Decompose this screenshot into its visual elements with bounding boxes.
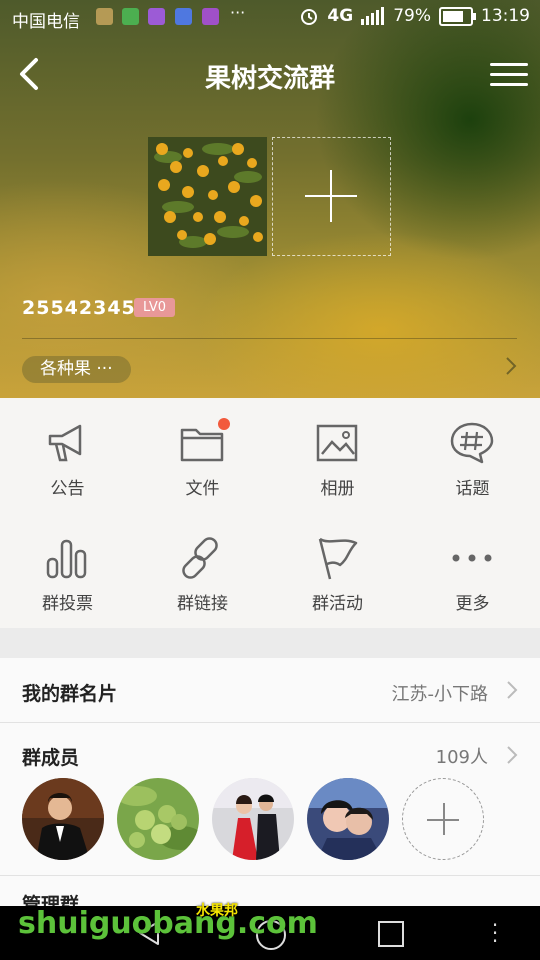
notification-icon: [96, 8, 113, 25]
tv-notification-icon: [148, 8, 165, 25]
watermark-text: shuiguobang.com: [18, 906, 318, 941]
feature-activity[interactable]: 群活动: [270, 513, 405, 628]
menu-icon[interactable]: [490, 56, 528, 92]
flag-icon: [318, 537, 358, 580]
hashtag-icon: [450, 422, 494, 464]
divider: [22, 338, 517, 339]
level-badge: LV0: [134, 298, 175, 317]
avatar[interactable]: [22, 778, 104, 860]
album-icon: [316, 424, 358, 462]
feature-announcement[interactable]: 公告: [0, 398, 135, 513]
wifi-notification-icon: [175, 8, 192, 25]
megaphone-icon: [48, 424, 82, 462]
avatar[interactable]: [117, 778, 199, 860]
avatar[interactable]: [307, 778, 389, 860]
chevron-right-icon[interactable]: [506, 745, 518, 765]
feature-label: 相册: [320, 479, 355, 499]
network-type-label: 4G: [327, 6, 354, 26]
member-count[interactable]: 109人: [436, 743, 488, 769]
nav-recent-apps-icon[interactable]: [378, 921, 404, 947]
my-group-card-row[interactable]: 我的群名片 江苏-小下路: [0, 658, 540, 722]
feature-label: 文件: [185, 479, 220, 499]
link-icon: [182, 537, 218, 579]
feature-label: 更多: [455, 594, 490, 614]
feature-label: 群链接: [177, 594, 228, 614]
feature-topics[interactable]: 话题: [405, 398, 540, 513]
page-title: 果树交流群: [204, 64, 335, 94]
add-member-button[interactable]: [402, 778, 484, 860]
feature-more[interactable]: 更多: [405, 513, 540, 628]
group-photo[interactable]: [148, 137, 267, 256]
clock: 13:19: [481, 6, 530, 26]
feature-poll[interactable]: 群投票: [0, 513, 135, 628]
feature-label: 群活动: [312, 594, 363, 614]
more-icon: [452, 554, 492, 562]
chevron-right-icon: [507, 681, 518, 699]
manage-group-row[interactable]: 管理群: [0, 876, 540, 916]
row-label: 我的群名片: [22, 683, 118, 705]
status-bar: 中国电信 ··· 4G 79% 13:19: [0, 0, 540, 34]
feature-link[interactable]: 群链接: [135, 513, 270, 628]
battery-icon: [439, 6, 476, 26]
feature-label: 话题: [455, 479, 490, 499]
carrier-label: 中国电信: [12, 12, 80, 32]
section-gap: [0, 628, 540, 658]
feature-label: 公告: [50, 479, 85, 499]
members-label[interactable]: 群成员: [22, 743, 79, 770]
add-photo-button[interactable]: [272, 137, 391, 256]
feature-label: 群投票: [42, 594, 93, 614]
feature-files[interactable]: 文件: [135, 398, 270, 513]
signal-icon: [361, 7, 385, 25]
app-notification-icon: [122, 8, 139, 25]
feature-grid: 公告 文件 相册 话题 群投票 群链接 群活动 更多: [0, 398, 540, 628]
alarm-icon: [301, 9, 318, 25]
watermark: shuiguobang.com 水果邦: [18, 903, 318, 941]
nav-more-icon[interactable]: · · ·: [490, 915, 500, 951]
chevron-right-icon[interactable]: [504, 356, 518, 376]
battery-percent: 79%: [393, 6, 431, 26]
avatar[interactable]: [212, 778, 294, 860]
new-files-badge: [218, 418, 230, 430]
image-notification-icon: [202, 8, 219, 25]
my-group-card-value: 江苏-小下路: [391, 684, 489, 705]
navigation-bar: 果树交流群: [0, 40, 540, 110]
feature-album[interactable]: 相册: [270, 398, 405, 513]
poll-icon: [46, 539, 87, 579]
watermark-sub: 水果邦: [196, 903, 238, 919]
more-notifications-icon: ···: [230, 3, 246, 22]
group-number: 255423450: [22, 297, 150, 319]
group-tag[interactable]: 各种果 ···: [22, 356, 131, 383]
